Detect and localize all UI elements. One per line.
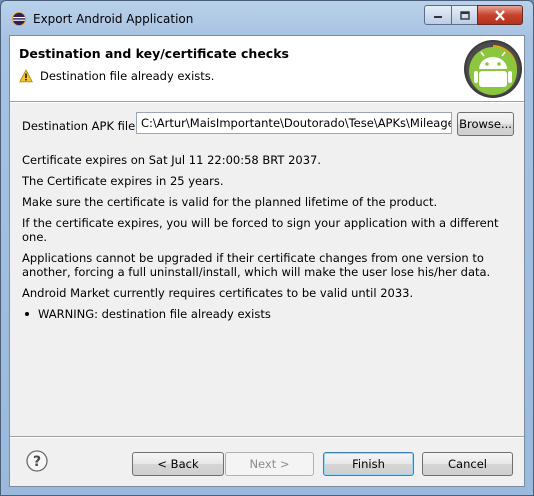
certificate-messages: Certificate expires on Sat Jul 11 22:00:… (22, 153, 518, 328)
eclipse-icon (12, 12, 26, 26)
message-line: Applications cannot be upgraded if their… (22, 251, 491, 279)
minimize-icon (434, 16, 442, 18)
export-dialog-window: Export Android Application Destination a… (0, 0, 534, 496)
maximize-button[interactable] (451, 5, 478, 25)
header-message: Destination file already exists. (40, 69, 215, 83)
svg-text:?: ? (33, 454, 41, 470)
finish-button[interactable]: Finish (323, 452, 414, 476)
warning-icon (19, 69, 33, 83)
page-title: Destination and key/certificate checks (19, 46, 289, 61)
close-icon (495, 9, 505, 21)
window-title: Export Android Application (33, 12, 194, 26)
minimize-button[interactable] (424, 5, 452, 25)
message-line: Certificate expires on Sat Jul 11 22:00:… (22, 153, 322, 167)
android-logo (464, 40, 522, 98)
dialog-header: Destination and key/certificate checks D… (10, 36, 524, 102)
message-line: Make sure the certificate is valid for t… (22, 195, 438, 209)
back-button[interactable]: < Back (132, 452, 224, 476)
warning-text: WARNING: destination file already exists (38, 307, 271, 321)
cancel-button[interactable]: Cancel (422, 452, 513, 476)
maximize-icon (459, 10, 470, 20)
close-button[interactable] (477, 5, 523, 25)
dialog-content: Destination and key/certificate checks D… (9, 35, 525, 487)
apk-file-label: Destination APK file: (22, 119, 140, 133)
message-line: If the certificate expires, you will be … (22, 216, 499, 244)
message-line: Android Market currently requires certif… (22, 286, 414, 300)
warning-list-item: WARNING: destination file already exists (22, 307, 518, 321)
apk-file-input[interactable]: C:\Artur\MaisImportante\Doutorado\Tese\A… (136, 112, 452, 134)
header-divider (10, 102, 524, 103)
help-icon[interactable]: ? (26, 450, 48, 472)
next-button[interactable]: Next > (225, 452, 314, 476)
bullet-icon (25, 312, 29, 316)
title-bar[interactable]: Export Android Application (1, 1, 533, 35)
browse-button[interactable]: Browse... (457, 112, 514, 136)
message-line: The Certificate expires in 25 years. (22, 174, 224, 188)
footer-divider-highlight (10, 437, 524, 438)
